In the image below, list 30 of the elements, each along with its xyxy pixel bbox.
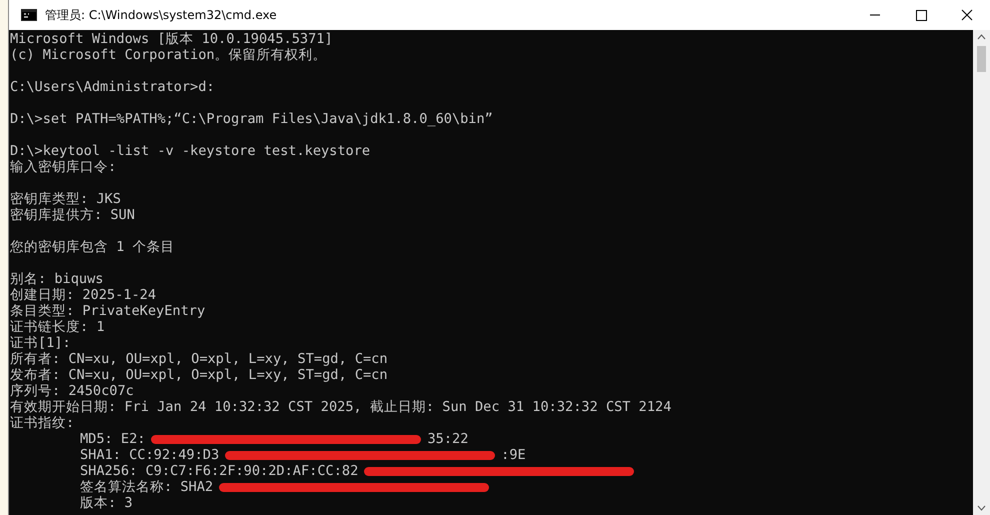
console-text: 发布者: CN=xu, OU=xpl, O=xpl, L=xy, ST=gd, C=cn bbox=[10, 367, 388, 383]
console-text: Microsoft Windows [版本 10.0.19045.5371] bbox=[10, 31, 333, 47]
console-text: 创建日期: 2025-1-24 bbox=[10, 287, 156, 303]
console-text: 输入密钥库口令: bbox=[10, 159, 116, 175]
console-text: 证书[1]: bbox=[10, 335, 71, 351]
console-text: 所有者: CN=xu, OU=xpl, O=xpl, L=xy, ST=gd, C=cn bbox=[10, 351, 388, 367]
console-text: 证书指纹: bbox=[10, 415, 74, 431]
console-text: D:\>keytool -list -v -keystore test.keystore bbox=[10, 143, 370, 159]
console-text: C:\Users\Administrator>d: bbox=[10, 79, 215, 95]
window-title: 管理员: C:\Windows\system32\cmd.exe bbox=[45, 6, 277, 24]
console-text: :9E bbox=[501, 447, 526, 463]
console-text: 序列号: 2450c07c bbox=[10, 383, 134, 399]
console-text: 证书链长度: 1 bbox=[10, 319, 105, 335]
console-text: MD5: E2: bbox=[80, 431, 146, 447]
console-icon bbox=[21, 9, 37, 21]
scroll-thumb[interactable] bbox=[977, 46, 986, 72]
console-text: 签名算法名称: SHA2 bbox=[80, 479, 214, 495]
console-text: 密钥库类型: JKS bbox=[10, 191, 121, 207]
console-text: (c) Microsoft Corporation。保留所有权利。 bbox=[10, 47, 327, 63]
scrollbar[interactable] bbox=[973, 30, 990, 515]
console-text: 35:22 bbox=[427, 431, 468, 447]
console-text: 别名: biquws bbox=[10, 271, 104, 287]
console-text: 密钥库提供方: SUN bbox=[10, 207, 135, 223]
console-text: 有效期开始日期: Fri Jan 24 10:32:32 CST 2025, 截止日期: Sun Dec 31 10:32:32 CST 2124 bbox=[10, 399, 672, 415]
console-text: 版本: 3 bbox=[80, 495, 133, 511]
console-text: SHA1: CC:92:49:D3 bbox=[80, 447, 220, 463]
console-text: 您的密钥库包含 1 个条目 bbox=[10, 239, 175, 255]
console-text: D:\>set PATH=%PATH%;“C:\Program Files\Java\jdk1.8.0_60\bin” bbox=[10, 111, 493, 127]
console-text: SHA256: C9:C7:F6:2F:90:2D:AF:CC:82 bbox=[80, 463, 358, 479]
console-text: 条目类型: PrivateKeyEntry bbox=[10, 303, 206, 319]
